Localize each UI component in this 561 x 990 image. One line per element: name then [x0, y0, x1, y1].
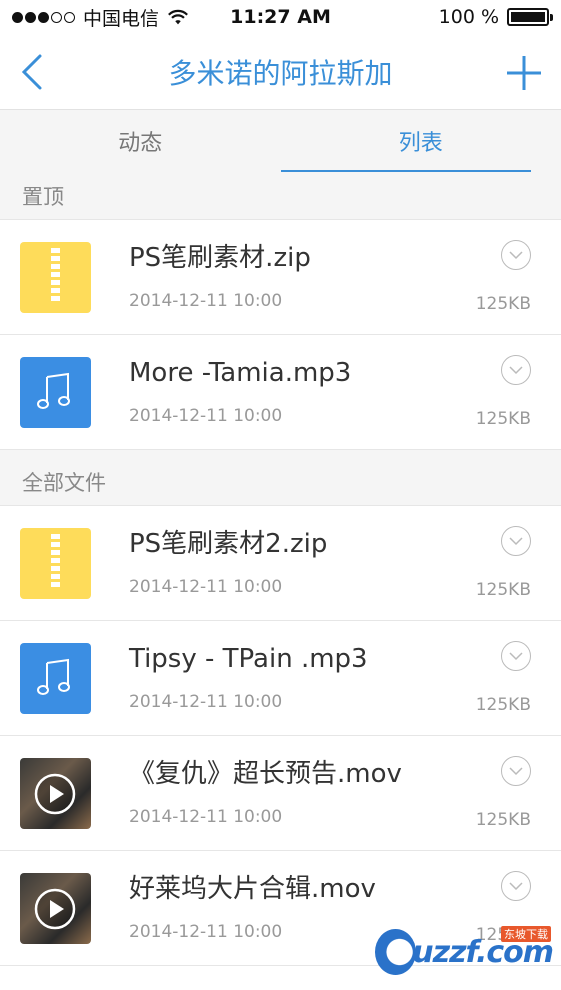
- video-thumbnail: [20, 872, 91, 944]
- file-size: 125KB: [475, 409, 531, 429]
- section-header-pinned: 置顶: [0, 172, 561, 220]
- file-row[interactable]: 《复仇》超长预告.mov 2014-12-11 10:00 125KB: [0, 736, 561, 851]
- play-icon: [34, 773, 76, 814]
- chevron-down-icon[interactable]: [501, 526, 531, 556]
- navigation-bar: 多米诺的阿拉斯加: [0, 34, 561, 110]
- battery-icon: [507, 8, 553, 26]
- file-row[interactable]: PS笔刷素材.zip 2014-12-11 10:00 125KB: [0, 220, 561, 335]
- chevron-left-icon[interactable]: [18, 52, 48, 92]
- view-tabs: 动态 列表: [0, 110, 561, 172]
- tab-list[interactable]: 列表: [280, 110, 561, 172]
- page-title: 多米诺的阿拉斯加: [168, 56, 393, 90]
- watermark-subtext: 东坡下载: [501, 926, 551, 942]
- carrier-name: 中国电信: [83, 7, 160, 30]
- chevron-down-icon[interactable]: [501, 641, 531, 671]
- music-file-icon: [20, 356, 91, 428]
- signal-strength-icon: [12, 11, 75, 23]
- plus-icon[interactable]: [505, 54, 543, 92]
- file-size: 125KB: [475, 294, 531, 314]
- watermark-logo: uzzf.com 东坡下载: [375, 926, 554, 978]
- section-header-all-files: 全部文件: [0, 458, 561, 506]
- chevron-down-icon[interactable]: [501, 871, 531, 901]
- battery-percentage: 100 %: [438, 6, 499, 28]
- video-thumbnail: [20, 757, 91, 829]
- zip-file-icon: [20, 527, 91, 599]
- file-size: 125KB: [475, 695, 531, 715]
- file-size: 125KB: [475, 810, 531, 830]
- chevron-down-icon[interactable]: [501, 355, 531, 385]
- section-divider: [0, 450, 561, 458]
- watermark-d-icon: [375, 929, 417, 975]
- status-bar: 中国电信 11:27 AM 100 %: [0, 0, 561, 34]
- file-row[interactable]: PS笔刷素材2.zip 2014-12-11 10:00 125KB: [0, 506, 561, 621]
- file-row[interactable]: Tipsy - TPain .mp3 2014-12-11 10:00 125K…: [0, 621, 561, 736]
- file-row[interactable]: More -Tamia.mp3 2014-12-11 10:00 125KB: [0, 335, 561, 450]
- chevron-down-icon[interactable]: [501, 756, 531, 786]
- chevron-down-icon[interactable]: [501, 240, 531, 270]
- file-size: 125KB: [475, 580, 531, 600]
- music-file-icon: [20, 642, 91, 714]
- wifi-icon: [168, 9, 188, 25]
- play-icon: [34, 888, 76, 929]
- zip-file-icon: [20, 241, 91, 313]
- tab-activity[interactable]: 动态: [0, 110, 281, 172]
